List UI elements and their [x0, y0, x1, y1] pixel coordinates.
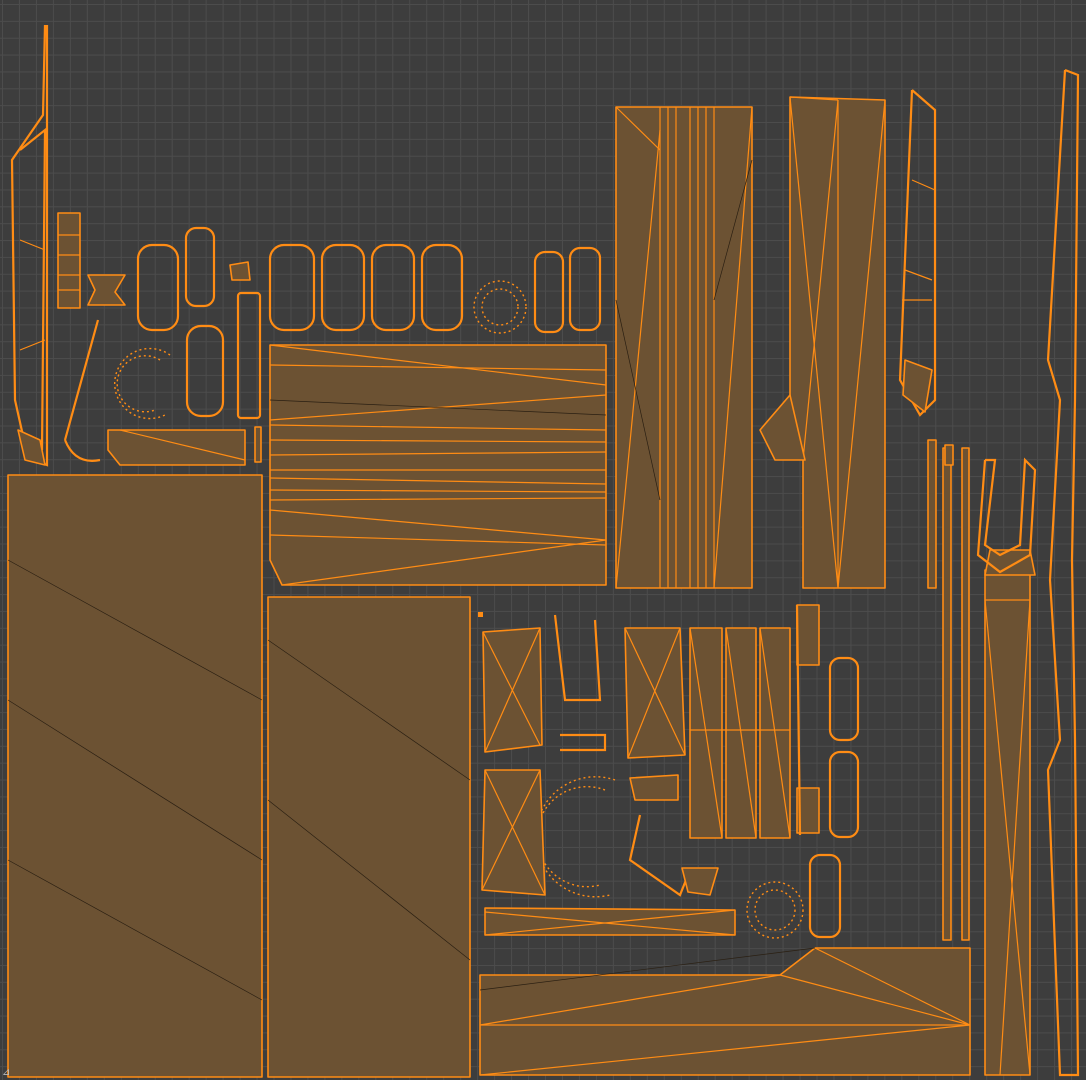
uv-island-tall-panel-2[interactable] — [759, 96, 886, 589]
uv-island-left-column[interactable] — [10, 24, 49, 467]
uv-editor-canvas[interactable]: ⊿ — [0, 0, 1086, 1080]
uv-island-ladder[interactable] — [898, 89, 937, 417]
uv-island-wide-panel[interactable] — [269, 344, 607, 586]
uv-island-bottom-left-strip[interactable] — [63, 319, 246, 466]
uv-island-bottom-panel[interactable] — [479, 947, 971, 1076]
uv-island-long-strip[interactable] — [484, 907, 736, 936]
uv-island-column-block[interactable] — [689, 604, 820, 839]
uv-island-right-column[interactable] — [1046, 68, 1080, 1077]
uv-island-cluster-mid[interactable] — [481, 614, 719, 897]
uv-island-tall-panel-1[interactable] — [615, 106, 753, 589]
uv-island-rails[interactable] — [927, 439, 970, 941]
uv-island-right-strip[interactable] — [984, 549, 1036, 1076]
uv-layout[interactable] — [0, 0, 1086, 1080]
uv-island-striped-medium[interactable] — [267, 596, 471, 1078]
corner-marker: ⊿ — [2, 1067, 11, 1078]
uv-island-striped-large[interactable] — [7, 474, 263, 1078]
uv-island-small-ladder[interactable] — [57, 212, 126, 309]
